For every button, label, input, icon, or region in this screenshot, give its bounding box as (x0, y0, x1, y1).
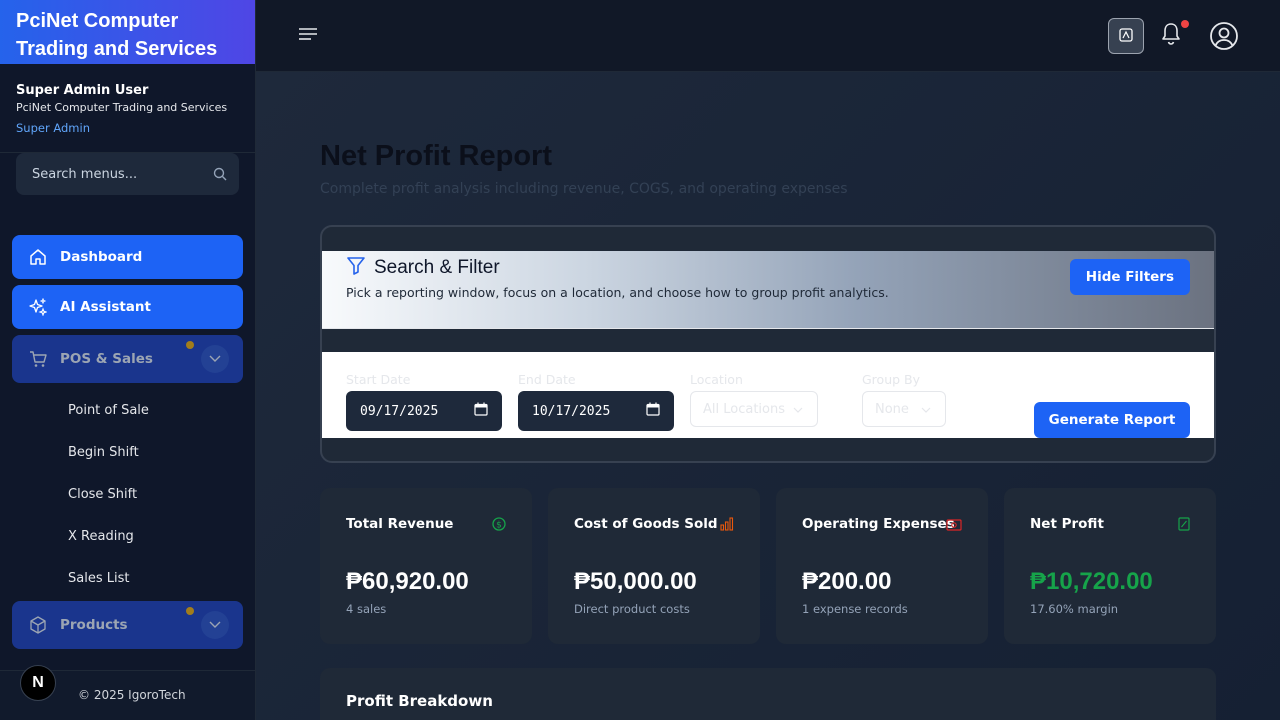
group-by-field: Group By None (862, 372, 946, 427)
stat-label: Operating Expenses (802, 516, 955, 532)
new-indicator-dot (186, 607, 194, 615)
end-date-value: 10/17/2025 (532, 403, 611, 419)
end-date-label: End Date (518, 372, 576, 387)
sidebar-group-pos-sales[interactable]: POS & Sales (12, 335, 243, 383)
sidebar-subitem-begin-shift[interactable]: Begin Shift (12, 431, 243, 473)
sidebar-item-label: Dashboard (60, 249, 143, 265)
end-date-field: End Date 10/17/2025 (518, 372, 674, 431)
stat-value: ₱50,000.00 (574, 568, 697, 595)
chevron-down-icon (793, 402, 803, 417)
search-icon[interactable] (213, 167, 227, 181)
profit-breakdown-card: Profit Breakdown (320, 668, 1216, 720)
stat-label: Net Profit (1030, 516, 1104, 532)
stat-label: Cost of Goods Sold (574, 516, 718, 532)
filter-card: Search & Filter Pick a reporting window,… (320, 225, 1216, 463)
calendar-icon[interactable] (474, 402, 488, 420)
location-field: Location All Locations (690, 372, 818, 427)
group-by-select[interactable]: None (862, 391, 946, 427)
start-date-label: Start Date (346, 372, 411, 387)
box-icon (28, 615, 48, 635)
stat-card-operating-expenses: Operating Expenses ₱200.00 1 expense rec… (776, 488, 988, 644)
sidebar-subitem-sales-list[interactable]: Sales List (12, 557, 243, 599)
user-account-icon[interactable] (1209, 21, 1239, 55)
topbar (256, 0, 1280, 72)
copyright: © 2025 IgoroTech (78, 688, 186, 702)
filter-description: Pick a reporting window, focus on a loca… (346, 285, 889, 300)
page-title: Net Profit Report (320, 140, 552, 172)
filter-header: Search & Filter Pick a reporting window,… (322, 251, 1214, 329)
user-name: Super Admin User (16, 83, 149, 98)
cart-icon (28, 349, 48, 369)
chevron-down-icon[interactable] (201, 345, 229, 373)
page-subtitle: Complete profit analysis including reven… (320, 181, 848, 197)
stat-card-net-profit: Net Profit ₱10,720.00 17.60% margin (1004, 488, 1216, 644)
new-indicator-dot (186, 341, 194, 349)
location-label: Location (690, 372, 743, 387)
end-date-input[interactable]: 10/17/2025 (518, 391, 674, 431)
generate-report-button[interactable]: Generate Report (1034, 402, 1190, 438)
sidebar-group-products[interactable]: Products (12, 601, 243, 649)
stat-value: ₱60,920.00 (346, 568, 469, 595)
theme-icon (1118, 27, 1134, 46)
stat-label: Total Revenue (346, 516, 454, 532)
sidebar-nav: Dashboard AI Assistant POS & Sales Point… (12, 235, 243, 697)
menu-toggle-icon[interactable] (298, 26, 318, 46)
filter-form: Start Date 09/17/2025 End Date 10/17/202… (322, 352, 1214, 438)
sidebar-item-label: Products (60, 617, 128, 633)
chevron-down-icon (921, 402, 931, 417)
sidebar-item-label: AI Assistant (60, 299, 151, 315)
stat-value: ₱10,720.00 (1030, 568, 1153, 595)
brand-line-2: Trading and Services (16, 38, 218, 60)
sparkles-icon (28, 297, 48, 317)
group-by-value: None (875, 401, 909, 417)
stat-subtext: 1 expense records (802, 602, 908, 616)
filter-icon (346, 257, 366, 279)
profit-breakdown-title: Profit Breakdown (346, 692, 493, 710)
stat-subtext: Direct product costs (574, 602, 690, 616)
profit-icon (1178, 516, 1190, 535)
sidebar-item-ai-assistant[interactable]: AI Assistant (12, 285, 243, 329)
home-icon (28, 247, 48, 267)
menu-search (16, 153, 239, 195)
location-select[interactable]: All Locations (690, 391, 818, 427)
user-info: Super Admin User PciNet Computer Trading… (0, 64, 255, 153)
sidebar-subitem-point-of-sale[interactable]: Point of Sale (12, 389, 243, 431)
svg-text:$: $ (496, 521, 502, 531)
notification-dot (1181, 20, 1189, 28)
start-date-field: Start Date 09/17/2025 (346, 372, 502, 431)
start-date-input[interactable]: 09/17/2025 (346, 391, 502, 431)
calendar-icon[interactable] (646, 402, 660, 420)
start-date-value: 09/17/2025 (360, 403, 439, 419)
sidebar: PciNet Computer Trading and Services Sup… (0, 0, 256, 720)
brand-line-1: PciNet Computer (16, 10, 179, 32)
user-org: PciNet Computer Trading and Services (16, 101, 228, 114)
group-by-label: Group By (862, 372, 921, 387)
bell-icon[interactable] (1160, 22, 1182, 50)
stat-subtext: 4 sales (346, 602, 387, 616)
stat-subtext: 17.60% margin (1030, 602, 1119, 616)
sidebar-subitem-x-reading[interactable]: X Reading (12, 515, 243, 557)
location-value: All Locations (703, 401, 786, 417)
hide-filters-button[interactable]: Hide Filters (1069, 259, 1190, 295)
stat-value: ₱200.00 (802, 568, 892, 595)
sidebar-item-label: POS & Sales (60, 351, 153, 367)
dollar-icon: $ (492, 516, 506, 535)
bar-chart-icon (720, 516, 734, 535)
theme-toggle-button[interactable] (1108, 18, 1144, 54)
brand-title: PciNet Computer Trading and Services (0, 0, 255, 64)
filter-title: Search & Filter (374, 257, 500, 278)
sidebar-subitem-close-shift[interactable]: Close Shift (12, 473, 243, 515)
cash-icon (946, 516, 962, 535)
pos-sales-submenu: Point of Sale Begin Shift Close Shift X … (12, 389, 243, 599)
stat-card-total-revenue: Total Revenue $ ₱60,920.00 4 sales (320, 488, 532, 644)
main-content: Net Profit Report Complete profit analys… (256, 72, 1280, 720)
user-role: Super Admin (16, 121, 90, 135)
menu-search-input[interactable] (32, 166, 202, 182)
stat-card-cogs: Cost of Goods Sold ₱50,000.00 Direct pro… (548, 488, 760, 644)
sidebar-item-dashboard[interactable]: Dashboard (12, 235, 243, 279)
next-dev-badge[interactable]: N (20, 665, 56, 701)
stats-row: Total Revenue $ ₱60,920.00 4 sales Cost … (320, 488, 1216, 644)
chevron-down-icon[interactable] (201, 611, 229, 639)
